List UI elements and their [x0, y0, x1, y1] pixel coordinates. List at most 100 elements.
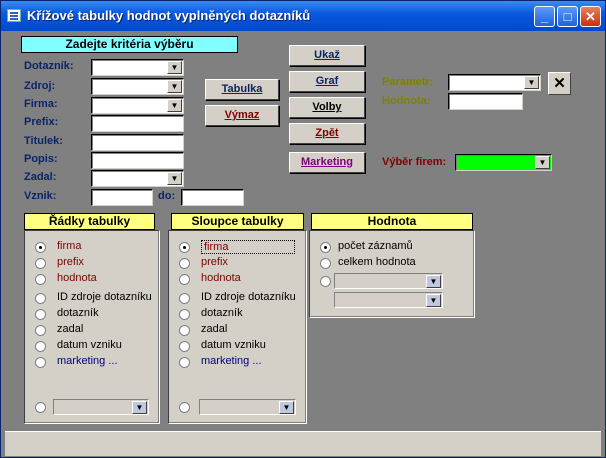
value-option-label: celkem hodnota [338, 256, 416, 268]
vznik-from-input[interactable] [91, 189, 153, 206]
cols-option-label: hodnota [201, 272, 241, 284]
value-group: počet záznamů celkem hodnota ▼ ▼ [309, 230, 475, 318]
rows-option-label: dotazník [57, 307, 99, 319]
dropdown-arrow-icon[interactable]: ▼ [132, 401, 147, 414]
titulek-input[interactable] [91, 134, 184, 151]
dropdown-arrow-icon[interactable]: ▼ [167, 99, 182, 112]
label-titulek: Titulek: [24, 135, 63, 147]
minimize-button[interactable]: _ [534, 6, 555, 27]
ukaz-button[interactable]: Ukaž [289, 45, 365, 66]
rows-radio-dotaznik[interactable] [35, 309, 46, 320]
cols-radio-dotaznik[interactable] [179, 309, 190, 320]
rows-radio-id-zdroje[interactable] [35, 293, 46, 304]
label-zdroj: Zdroj: [24, 80, 56, 92]
popis-input[interactable] [91, 152, 184, 169]
dropdown-arrow-icon[interactable]: ▼ [524, 76, 539, 89]
value-radio-celkem[interactable] [320, 258, 331, 269]
dropdown-arrow-icon[interactable]: ▼ [167, 80, 182, 93]
window-title: Křížové tabulky hodnot vyplněných dotazn… [27, 8, 311, 23]
prefix-input[interactable] [91, 115, 184, 132]
rows-option-label: firma [57, 240, 82, 252]
rows-radio-hodnota[interactable] [35, 274, 46, 285]
app-window: Křížové tabulky hodnot vyplněných dotazn… [0, 0, 606, 458]
title-bar[interactable]: Křížové tabulky hodnot vyplněných dotazn… [1, 1, 605, 31]
cols-radio-id-zdroje[interactable] [179, 293, 190, 304]
rows-radio-custom[interactable] [35, 402, 46, 413]
cols-option-label: datum vzniku [201, 339, 266, 351]
rows-radio-datum-vzniku[interactable] [35, 341, 46, 352]
dropdown-arrow-icon[interactable]: ▼ [426, 275, 441, 288]
rows-radio-firma[interactable] [35, 242, 46, 253]
cols-group: firma prefix hodnota ID zdroje dotazníku… [168, 230, 307, 424]
status-footer [5, 431, 601, 456]
cols-option-label: firma [201, 240, 295, 254]
maximize-button[interactable]: □ [557, 6, 578, 27]
label-do: do: [158, 190, 176, 202]
criteria-banner: Zadejte kritéria výběru [21, 36, 238, 53]
vyber-firem-combo[interactable]: ▼ [455, 154, 552, 171]
label-zadal: Zadal: [24, 171, 57, 183]
value-function-combo[interactable]: ▼ [334, 292, 443, 308]
vymaz-button[interactable]: Výmaz [205, 105, 279, 126]
cols-radio-zadal[interactable] [179, 325, 190, 336]
cols-option-label: zadal [201, 323, 228, 335]
firma-combo[interactable]: ▼ [91, 97, 184, 114]
vznik-to-input[interactable] [181, 189, 244, 206]
hodnota-input[interactable] [448, 93, 523, 110]
rows-option-label: prefix [57, 256, 84, 268]
rows-option-label: datum vzniku [57, 339, 122, 351]
zadal-combo[interactable]: ▼ [91, 170, 184, 187]
parametr-combo[interactable]: ▼ [448, 74, 541, 91]
client-area: Zadejte kritéria výběru Dotazník: Zdroj:… [5, 31, 601, 456]
value-radio-pocet[interactable] [320, 242, 331, 253]
cols-option-label: prefix [201, 256, 228, 268]
rows-option-label: ID zdroje dotazníku [57, 291, 152, 303]
cols-radio-custom[interactable] [179, 402, 190, 413]
label-dotaznik: Dotazník: [24, 60, 74, 72]
rows-group-title: Řádky tabulky [24, 213, 155, 230]
cols-option-label: marketing ... [201, 355, 262, 367]
label-firma: Firma: [24, 98, 58, 110]
cols-radio-firma[interactable] [179, 242, 190, 253]
dropdown-arrow-icon[interactable]: ▼ [167, 172, 182, 185]
tabulka-button[interactable]: Tabulka [205, 79, 279, 100]
value-option-label: počet záznamů [338, 240, 413, 252]
dropdown-arrow-icon[interactable]: ▼ [535, 156, 550, 169]
cols-option-label: ID zdroje dotazníku [201, 291, 296, 303]
rows-radio-prefix[interactable] [35, 258, 46, 269]
dropdown-arrow-icon[interactable]: ▼ [426, 294, 441, 307]
cols-radio-marketing[interactable] [179, 357, 190, 368]
label-vznik: Vznik: [24, 190, 57, 202]
marketing-button[interactable]: Marketing [289, 152, 365, 173]
value-group-title: Hodnota [311, 213, 473, 230]
rows-radio-marketing[interactable] [35, 357, 46, 368]
label-parametr: Parametr: [382, 76, 434, 88]
label-hodnota: Hodnota: [382, 95, 431, 107]
rows-option-label: marketing ... [57, 355, 118, 367]
volby-button[interactable]: Volby [289, 97, 365, 118]
cols-option-label: dotazník [201, 307, 243, 319]
rows-custom-combo[interactable]: ▼ [53, 399, 149, 415]
zdroj-combo[interactable]: ▼ [91, 78, 184, 95]
cols-radio-datum-vzniku[interactable] [179, 341, 190, 352]
rows-radio-zadal[interactable] [35, 325, 46, 336]
label-popis: Popis: [24, 153, 58, 165]
zpet-button[interactable]: Zpět [289, 123, 365, 144]
label-prefix: Prefix: [24, 116, 59, 128]
rows-group: firma prefix hodnota ID zdroje dotazníku… [24, 230, 160, 424]
cols-radio-prefix[interactable] [179, 258, 190, 269]
cols-custom-combo[interactable]: ▼ [199, 399, 296, 415]
dotaznik-combo[interactable]: ▼ [91, 59, 184, 76]
close-button[interactable]: ✕ [580, 6, 601, 27]
dropdown-arrow-icon[interactable]: ▼ [167, 61, 182, 74]
form-body: Zadejte kritéria výběru Dotazník: Zdroj:… [5, 31, 601, 431]
clear-parametr-button[interactable]: ✕ [548, 72, 571, 95]
graf-button[interactable]: Graf [289, 71, 365, 92]
label-vyber-firem: Výběr firem: [382, 156, 447, 168]
dropdown-arrow-icon[interactable]: ▼ [279, 401, 294, 414]
rows-option-label: zadal [57, 323, 84, 335]
value-radio-custom[interactable] [320, 276, 331, 287]
cols-radio-hodnota[interactable] [179, 274, 190, 285]
form-icon [7, 9, 21, 22]
value-custom-combo[interactable]: ▼ [334, 273, 443, 289]
